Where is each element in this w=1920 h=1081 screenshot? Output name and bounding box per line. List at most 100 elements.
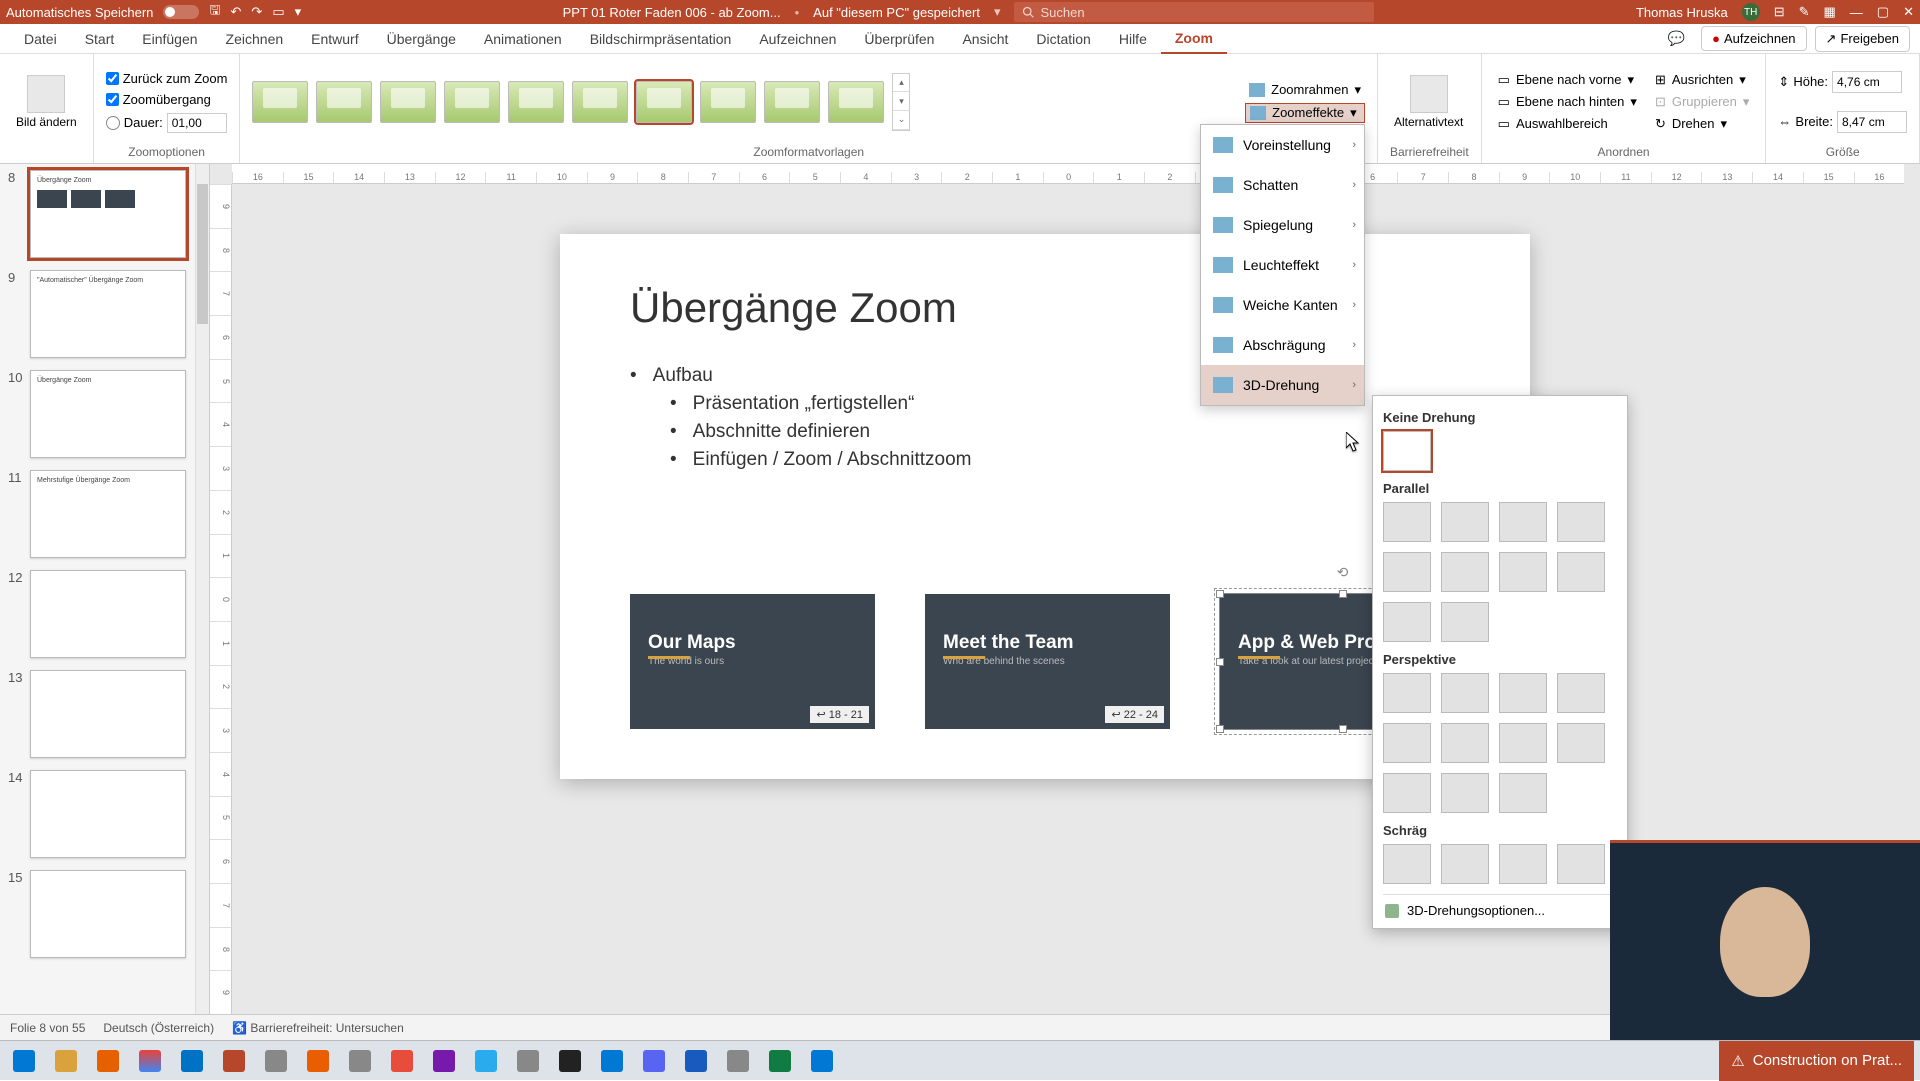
taskbar-outlook[interactable] (174, 1045, 210, 1077)
rot-obl-4[interactable] (1557, 844, 1605, 884)
slide-thumb-8[interactable]: 8Übergänge Zoom (0, 164, 209, 264)
fx-reflection[interactable]: Spiegelung› (1201, 205, 1364, 245)
comments-icon[interactable]: 💬 (1660, 26, 1693, 51)
qat-from-start-icon[interactable]: ▭ (272, 4, 284, 20)
tab-ansicht[interactable]: Ansicht (948, 25, 1022, 53)
fx-softedges[interactable]: Weiche Kanten› (1201, 285, 1364, 325)
rot-parallel-1[interactable] (1383, 502, 1431, 542)
zoom-style-10[interactable] (828, 81, 884, 123)
titlebar-icon-3[interactable]: ▦ (1824, 4, 1836, 20)
selection-handle[interactable] (1216, 725, 1224, 733)
alt-text-button[interactable]: Alternativtext (1390, 71, 1467, 133)
send-backward-button[interactable]: ▭ Ebene nach hinten ▾ (1494, 93, 1641, 111)
user-avatar[interactable]: TH (1742, 3, 1760, 21)
rot-persp-11[interactable] (1499, 773, 1547, 813)
fx-glow[interactable]: Leuchteffekt› (1201, 245, 1364, 285)
rot-parallel-10[interactable] (1441, 602, 1489, 642)
fx-bevel[interactable]: Abschrägung› (1201, 325, 1364, 365)
slide-thumb-9[interactable]: 9"Automatischer" Übergänge Zoom (0, 264, 209, 364)
rot-parallel-5[interactable] (1383, 552, 1431, 592)
selection-pane-button[interactable]: ▭ Auswahlbereich (1494, 115, 1641, 133)
taskbar-app-10[interactable] (384, 1045, 420, 1077)
rot-obl-2[interactable] (1441, 844, 1489, 884)
rot-persp-8[interactable] (1557, 723, 1605, 763)
zoom-style-2[interactable] (316, 81, 372, 123)
zoom-transition-checkbox[interactable]: Zoomübergang (106, 92, 228, 107)
taskbar-explorer[interactable] (48, 1045, 84, 1077)
rot-persp-1[interactable] (1383, 673, 1431, 713)
taskbar-app-7[interactable] (258, 1045, 294, 1077)
taskbar-chrome[interactable] (132, 1045, 168, 1077)
taskbar-app-9[interactable] (342, 1045, 378, 1077)
zoom-card-1[interactable]: Our Maps The world is ours ↩ 18 - 21 (630, 594, 875, 729)
tab-ueberpruefen[interactable]: Überprüfen (850, 25, 948, 53)
tab-zoom[interactable]: Zoom (1161, 24, 1227, 54)
save-icon[interactable]: 🖫 (209, 1, 220, 23)
accessibility-check[interactable]: ♿ Barrierefreiheit: Untersuchen (232, 1021, 404, 1035)
taskbar-firefox[interactable] (90, 1045, 126, 1077)
tab-dictation[interactable]: Dictation (1022, 25, 1104, 53)
taskbar-word[interactable] (678, 1045, 714, 1077)
fx-3drotation[interactable]: 3D-Drehung› (1201, 365, 1364, 405)
tab-datei[interactable]: Datei (10, 25, 71, 53)
slide-thumb-12[interactable]: 12 (0, 564, 209, 664)
gallery-scroll[interactable]: ▴▾⌄ (892, 73, 910, 131)
zoom-style-4[interactable] (444, 81, 500, 123)
tab-hilfe[interactable]: Hilfe (1105, 25, 1161, 53)
close-icon[interactable]: ✕ (1903, 4, 1914, 20)
autosave-toggle[interactable] (163, 5, 199, 19)
zoom-style-7[interactable] (636, 81, 692, 123)
group-button[interactable]: ⊡ Gruppieren ▾ (1651, 93, 1753, 111)
taskbar-app-14[interactable] (552, 1045, 588, 1077)
record-button[interactable]: ●Aufzeichnen (1701, 26, 1806, 51)
tab-zeichnen[interactable]: Zeichnen (212, 25, 298, 53)
tab-aufzeichnen[interactable]: Aufzeichnen (745, 25, 850, 53)
titlebar-icon-1[interactable]: ⊟ (1774, 4, 1785, 20)
zoom-frame-button[interactable]: Zoomrahmen ▾ (1245, 81, 1365, 99)
rot-persp-10[interactable] (1441, 773, 1489, 813)
zoom-style-gallery[interactable]: ▴▾⌄ (252, 73, 1235, 131)
rot-persp-2[interactable] (1441, 673, 1489, 713)
rot-persp-7[interactable] (1499, 723, 1547, 763)
align-button[interactable]: ⊞ Ausrichten ▾ (1651, 71, 1753, 89)
taskbar-powerpoint[interactable] (216, 1045, 252, 1077)
tab-uebergaenge[interactable]: Übergänge (373, 25, 470, 53)
tab-start[interactable]: Start (71, 25, 129, 53)
rot-parallel-6[interactable] (1441, 552, 1489, 592)
share-button[interactable]: ↗Freigeben (1815, 26, 1910, 52)
language[interactable]: Deutsch (Österreich) (103, 1021, 214, 1035)
redo-icon[interactable]: ↷ (251, 4, 262, 20)
rot-persp-4[interactable] (1557, 673, 1605, 713)
search-box[interactable]: Suchen (1014, 2, 1374, 22)
undo-icon[interactable]: ↶ (231, 4, 242, 20)
taskbar-app-15[interactable] (594, 1045, 630, 1077)
selection-handle[interactable] (1216, 590, 1224, 598)
rot-parallel-2[interactable] (1441, 502, 1489, 542)
rot-parallel-3[interactable] (1499, 502, 1547, 542)
zoom-card-2[interactable]: Meet the Team Who are behind the scenes … (925, 594, 1170, 729)
tab-einfuegen[interactable]: Einfügen (128, 25, 211, 53)
taskbar-telegram[interactable] (468, 1045, 504, 1077)
duration-input[interactable] (167, 113, 227, 133)
rot-none[interactable] (1383, 431, 1431, 471)
selection-handle[interactable] (1216, 658, 1224, 666)
titlebar-icon-2[interactable]: ✎ (1799, 4, 1810, 20)
slide-thumb-13[interactable]: 13 (0, 664, 209, 764)
selection-handle[interactable] (1339, 590, 1347, 598)
rot-parallel-8[interactable] (1557, 552, 1605, 592)
rot-parallel-9[interactable] (1383, 602, 1431, 642)
start-button[interactable] (6, 1045, 42, 1077)
back-to-zoom-checkbox[interactable]: Zurück zum Zoom (106, 71, 228, 86)
height-input[interactable] (1832, 71, 1902, 93)
zoom-style-3[interactable] (380, 81, 436, 123)
slide-thumb-14[interactable]: 14 (0, 764, 209, 864)
taskbar-edge[interactable] (804, 1045, 840, 1077)
zoom-effects-button[interactable]: Zoomeffekte ▾ (1245, 103, 1365, 123)
zoom-style-1[interactable] (252, 81, 308, 123)
tab-bildschirm[interactable]: Bildschirmpräsentation (576, 25, 746, 53)
taskbar-onenote[interactable] (426, 1045, 462, 1077)
tab-entwurf[interactable]: Entwurf (297, 25, 372, 53)
zoom-style-8[interactable] (700, 81, 756, 123)
bring-forward-button[interactable]: ▭ Ebene nach vorne ▾ (1494, 71, 1641, 89)
selection-handle[interactable] (1339, 725, 1347, 733)
